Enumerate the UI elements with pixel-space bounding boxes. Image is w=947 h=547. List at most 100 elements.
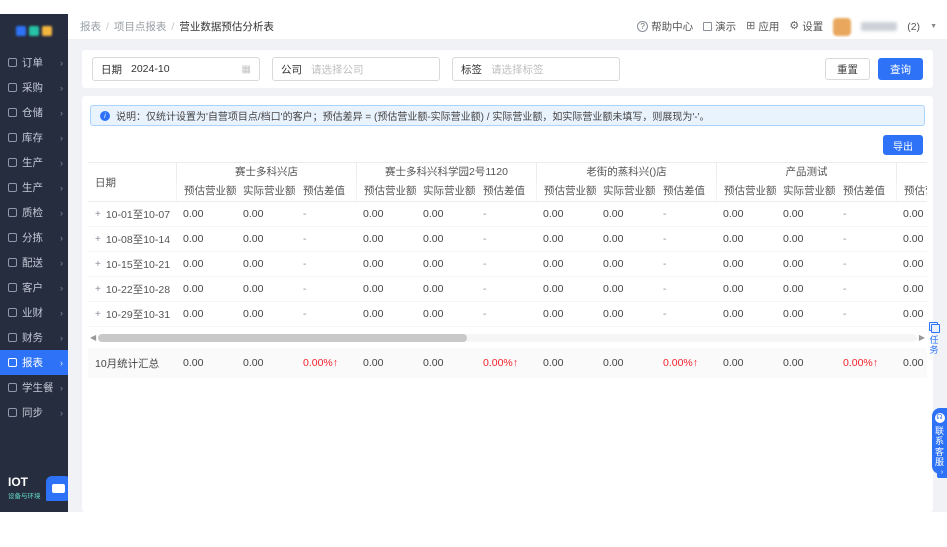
sidebar-item-采购[interactable]: 采购 › bbox=[0, 75, 68, 100]
sidebar-item-label: 库存 bbox=[22, 132, 43, 144]
summary-cell: 0.00%↑ bbox=[843, 357, 879, 369]
topbar-action-label: 演示 bbox=[715, 21, 737, 33]
row-date-label: 10-15至10-21 bbox=[105, 258, 171, 271]
expand-toggle-icon[interactable]: + bbox=[95, 259, 101, 270]
expand-toggle-icon[interactable]: + bbox=[95, 209, 101, 220]
topbar-action-gear[interactable]: ⚙ 设置 bbox=[789, 19, 823, 34]
data-cell-partial: 0.00 bbox=[903, 233, 924, 245]
data-cell: 0.00 bbox=[183, 283, 204, 295]
sidebar-item-客户[interactable]: 客户 › bbox=[0, 275, 68, 300]
sidebar-item-库存[interactable]: 库存 › bbox=[0, 125, 68, 150]
data-cell-partial: 0.00 bbox=[903, 283, 924, 295]
sidebar-item-订单[interactable]: 订单 › bbox=[0, 50, 68, 75]
service-label-char: 联 bbox=[934, 426, 944, 436]
sidebar-item-生产[interactable]: 生产 › bbox=[0, 150, 68, 175]
sidebar-item-配送[interactable]: 配送 › bbox=[0, 250, 68, 275]
contact-service-button[interactable]: ☊ 联系客服 bbox=[932, 408, 947, 475]
main-area: 报表 / 项目点报表 / 营业数据预估分析表 ? 帮助中心 演示 ⊞ 应用 ⚙ 设置 (2) ▼ 日… bbox=[68, 14, 947, 512]
group-header: 赛士多科兴科学园2号1120 bbox=[356, 163, 536, 182]
table-row: +10-08至10-14 0.00 0.00 - 0.00 0.00 - 0.00 0.00 - 0… bbox=[88, 227, 927, 252]
menu-icon bbox=[8, 383, 17, 392]
summary-cell-partial: 0.00 bbox=[903, 357, 924, 369]
tag-select[interactable]: 标签 请选择标签 bbox=[452, 57, 620, 81]
collapse-icon[interactable]: › bbox=[937, 468, 947, 478]
menu-icon bbox=[8, 333, 17, 342]
data-cell: 0.00 bbox=[423, 208, 444, 220]
sidebar-item-质检[interactable]: 质检 › bbox=[0, 200, 68, 225]
summary-cell: 0.00 bbox=[603, 357, 624, 369]
menu-icon bbox=[8, 158, 17, 167]
sidebar-item-label: 同步 bbox=[22, 407, 43, 419]
tasks-label: 任务 bbox=[929, 335, 938, 356]
chevron-right-icon: › bbox=[60, 107, 63, 118]
data-cell: - bbox=[303, 233, 307, 245]
chevron-down-icon[interactable]: ▼ bbox=[930, 23, 937, 30]
menu-icon bbox=[8, 233, 17, 242]
menu-icon bbox=[8, 308, 17, 317]
topbar-action-apps[interactable]: ⊞ 应用 bbox=[746, 19, 779, 34]
sidebar-item-label: 生产 bbox=[22, 157, 43, 169]
table-header: 日期 赛士多科兴店 赛士多科兴科学园2号1120 老街的蒸科兴()店 产品测试 预估营… bbox=[88, 162, 927, 202]
data-cell: 0.00 bbox=[543, 258, 564, 270]
sub-header: 预估营业额 bbox=[176, 182, 237, 201]
sidebar-item-业财[interactable]: 业财 › bbox=[0, 300, 68, 325]
sidebar-item-仓储[interactable]: 仓储 › bbox=[0, 100, 68, 125]
breadcrumb-item[interactable]: 报表 bbox=[80, 19, 101, 34]
data-cell: 0.00 bbox=[423, 308, 444, 320]
sidebar-item-报表[interactable]: 报表 › bbox=[0, 350, 68, 375]
info-icon: i bbox=[100, 110, 110, 121]
date-column-header: 日期 bbox=[95, 176, 116, 189]
sub-header: 实际营业额 bbox=[603, 185, 656, 197]
sidebar-item-学生餐[interactable]: 学生餐 › bbox=[0, 375, 68, 400]
summary-label: 10月统计汇总 bbox=[95, 357, 160, 370]
chevron-right-icon: › bbox=[60, 157, 63, 168]
topbar-action-demo[interactable]: 演示 bbox=[703, 19, 736, 34]
row-date-label: 10-29至10-31 bbox=[105, 308, 171, 321]
summary-cell: 0.00 bbox=[183, 357, 204, 369]
date-picker[interactable]: 日期 2024-10 ▦ bbox=[92, 57, 260, 81]
export-row: 导出 bbox=[88, 135, 923, 155]
data-cell: - bbox=[483, 283, 487, 295]
menu-icon bbox=[8, 133, 17, 142]
search-button[interactable]: 查询 bbox=[878, 58, 923, 80]
data-cell: 0.00 bbox=[783, 208, 804, 220]
data-cell: 0.00 bbox=[723, 308, 744, 320]
service-label-char: 系 bbox=[934, 436, 944, 447]
sidebar-menu: 订单 › 采购 › 仓储 › 库存 › 生产 › 生产 › 质检 › 分拣 › 配送 › 客户 › 业财 › 财务 › 报表 › 学… bbox=[0, 48, 68, 466]
apps-icon: ⊞ bbox=[746, 20, 756, 32]
sub-header: 预估差值 bbox=[663, 185, 705, 197]
scroll-left-icon[interactable]: ◀ bbox=[88, 333, 98, 342]
sidebar-item-label: 报表 bbox=[22, 357, 43, 369]
data-cell: 0.00 bbox=[363, 233, 384, 245]
data-cell: 0.00 bbox=[243, 233, 264, 245]
sidebar-item-财务[interactable]: 财务 › bbox=[0, 325, 68, 350]
tasks-widget[interactable]: 任务 bbox=[924, 322, 944, 356]
company-select[interactable]: 公司 请选择公司 bbox=[272, 57, 440, 81]
iot-chat-icon[interactable] bbox=[45, 475, 71, 501]
user-suffix: (2) bbox=[907, 20, 921, 33]
scrollbar-thumb[interactable] bbox=[98, 333, 467, 342]
sidebar-item-生产[interactable]: 生产 › bbox=[0, 175, 68, 200]
tag-placeholder: 请选择标签 bbox=[491, 63, 544, 76]
scrollbar-track[interactable] bbox=[98, 333, 917, 342]
avatar[interactable] bbox=[833, 17, 852, 36]
sidebar-item-分拣[interactable]: 分拣 › bbox=[0, 225, 68, 250]
breadcrumb: 报表 / 项目点报表 / 营业数据预估分析表 bbox=[80, 19, 274, 34]
summary-cell: 0.00 bbox=[543, 357, 564, 369]
data-cell: - bbox=[663, 233, 667, 245]
sub-header: 预估营业额 bbox=[356, 182, 417, 201]
chevron-right-icon: › bbox=[60, 407, 63, 418]
sidebar-item-同步[interactable]: 同步 › bbox=[0, 400, 68, 425]
topbar-action-help[interactable]: ? 帮助中心 bbox=[637, 19, 693, 34]
expand-toggle-icon[interactable]: + bbox=[95, 284, 101, 295]
export-button[interactable]: 导出 bbox=[883, 135, 923, 155]
row-date-cell: +10-15至10-21 bbox=[88, 257, 176, 272]
breadcrumb-item[interactable]: 项目点报表 bbox=[114, 19, 167, 34]
expand-toggle-icon[interactable]: + bbox=[95, 309, 101, 320]
expand-toggle-icon[interactable]: + bbox=[95, 234, 101, 245]
breadcrumb-item: 营业数据预估分析表 bbox=[179, 21, 274, 33]
chevron-right-icon: › bbox=[60, 207, 63, 218]
chevron-right-icon: › bbox=[60, 57, 63, 68]
reset-button[interactable]: 重置 bbox=[825, 58, 870, 80]
sub-header: 预估差值 bbox=[303, 185, 345, 197]
